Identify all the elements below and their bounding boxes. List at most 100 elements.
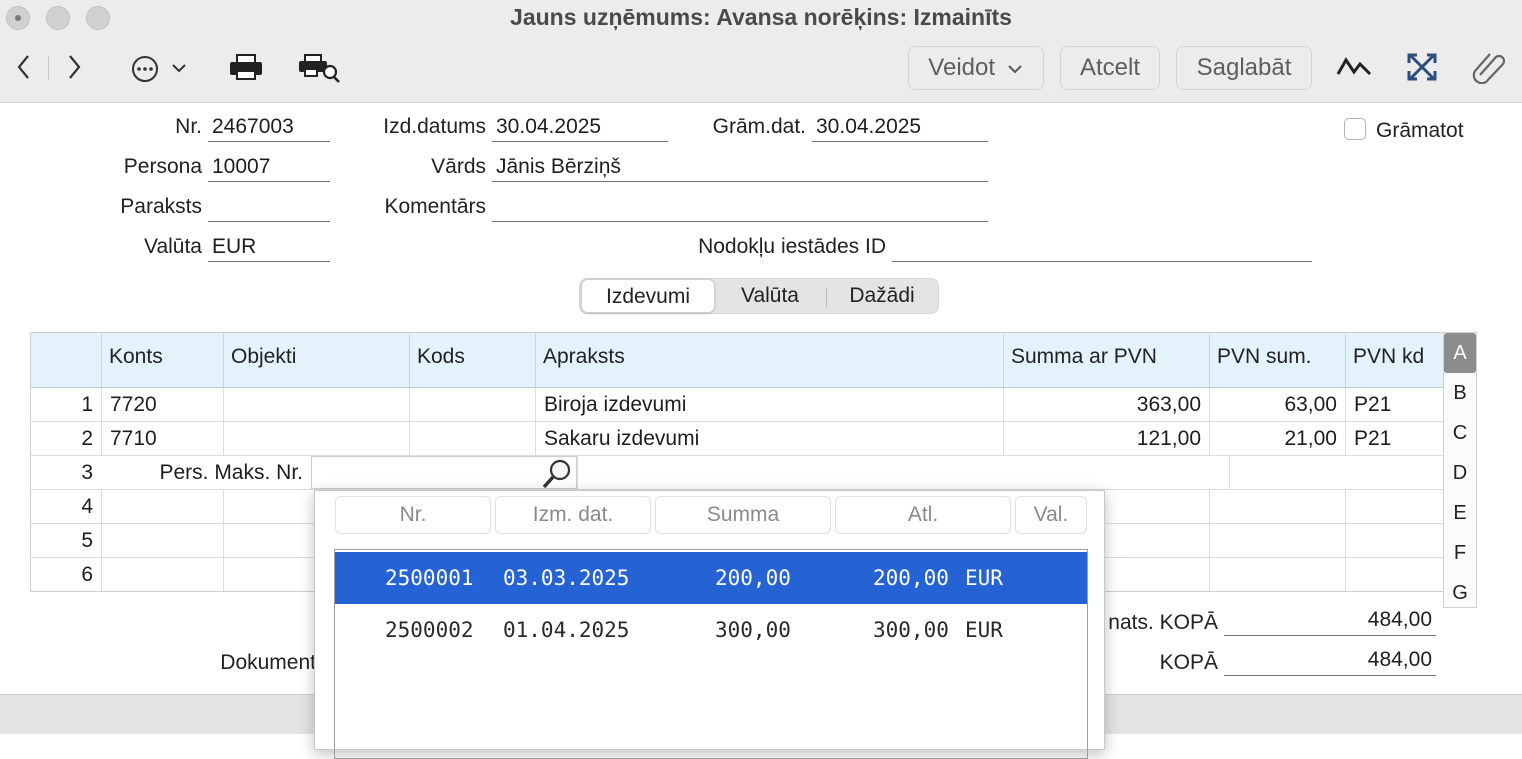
column-header[interactable]: Kods <box>409 333 535 388</box>
paperclip-icon[interactable] <box>1472 52 1508 90</box>
objekti-cell[interactable] <box>223 422 409 455</box>
summa-cell[interactable]: 363,00 <box>1003 388 1209 421</box>
save-button[interactable]: Saglabāt <box>1176 46 1312 90</box>
popup-column-header[interactable]: Val. <box>1015 496 1087 534</box>
kods-cell[interactable] <box>409 388 535 421</box>
section-tab-a[interactable]: A <box>1444 333 1476 373</box>
pers-maks-nr-input[interactable] <box>311 456 577 489</box>
more-actions-button[interactable] <box>130 54 190 90</box>
pers-maks-nr-label: Pers. Maks. Nr. <box>159 461 303 484</box>
gram-dat-field[interactable]: 30.04.2025 <box>812 114 988 142</box>
total-label-2: KOPĀ <box>1159 651 1218 674</box>
section-tab-d[interactable]: D <box>1444 453 1476 493</box>
column-header[interactable]: Konts <box>101 333 223 388</box>
table-row[interactable]: 2 7710 Sakaru izdevumi 121,00 21,00 P21 <box>31 422 1443 456</box>
kods-cell[interactable] <box>409 422 535 455</box>
section-tab-b[interactable]: B <box>1444 373 1476 413</box>
gram-dat-label: Grām.dat. <box>712 115 806 138</box>
tab-izdevumi[interactable]: Izdevumi <box>581 279 715 313</box>
apraksts-cell[interactable]: Biroja izdevumi <box>535 388 1003 421</box>
vards-label: Vārds <box>431 155 486 178</box>
row-number: 5 <box>81 529 93 552</box>
item-atl: 200,00 <box>873 566 949 590</box>
konts-cell[interactable]: 7720 <box>101 388 223 421</box>
komentars-field[interactable] <box>492 194 988 222</box>
table-row-editing[interactable]: 3 Pers. Maks. Nr. <box>31 456 1443 490</box>
item-summa: 200,00 <box>715 566 791 590</box>
row3-fill-cell[interactable] <box>577 456 1229 489</box>
summa-cell[interactable]: 121,00 <box>1003 422 1209 455</box>
chevron-left-icon[interactable] <box>10 52 38 88</box>
gramatot-checkbox[interactable] <box>1344 118 1366 140</box>
popup-column-header[interactable]: Summa <box>655 496 831 534</box>
nr-label: Nr. <box>175 115 202 138</box>
item-nr: 2500002 <box>385 618 474 642</box>
total-value-1: 484,00 <box>1224 606 1436 636</box>
popup-list: 2500001 03.03.2025 200,00 200,00 EUR 250… <box>334 549 1088 759</box>
print-preview-icon[interactable] <box>298 52 342 90</box>
gramatot-label: Grāmatot <box>1376 119 1464 142</box>
item-date: 01.04.2025 <box>503 618 630 642</box>
pvn-sum-cell[interactable]: 63,00 <box>1209 388 1345 421</box>
tab-dazadi[interactable]: Dažādi <box>830 279 934 313</box>
pulse-icon[interactable] <box>1336 52 1372 88</box>
create-button[interactable]: Veidot <box>908 46 1044 90</box>
expand-icon[interactable] <box>1404 52 1440 88</box>
printer-icon[interactable] <box>228 52 264 88</box>
table-row[interactable]: 1 7720 Biroja izdevumi 363,00 63,00 P21 <box>31 388 1443 422</box>
persona-label: Persona <box>123 155 202 178</box>
column-header[interactable]: Summa ar PVN <box>1003 333 1209 388</box>
column-header[interactable]: Objekti <box>223 333 409 388</box>
chevron-right-icon[interactable] <box>60 52 88 88</box>
popup-list-item[interactable]: 2500002 01.04.2025 300,00 300,00 EUR <box>335 604 1087 656</box>
payment-lookup-popup: Nr. Izm. dat. Summa Atl. Val. 2500001 03… <box>314 490 1105 759</box>
popup-list-item-selected[interactable]: 2500001 03.03.2025 200,00 200,00 EUR <box>335 552 1087 604</box>
column-header[interactable]: Apraksts <box>535 333 1003 388</box>
apraksts-cell[interactable]: Sakaru izdevumi <box>535 422 1003 455</box>
konts-cell[interactable]: 7710 <box>101 422 223 455</box>
pvn-sum-cell[interactable]: 21,00 <box>1209 422 1345 455</box>
section-tab-g[interactable]: G <box>1444 573 1476 613</box>
pvn-kd-cell[interactable]: P21 <box>1345 422 1443 455</box>
item-val: EUR <box>965 618 1003 642</box>
nr-field[interactable]: 2467003 <box>208 114 330 142</box>
item-date: 03.03.2025 <box>503 566 630 590</box>
title-toolbar-area: Jauns uzņēmums: Avansa norēķins: Izmainī… <box>0 0 1522 103</box>
paraksts-field[interactable] <box>208 194 330 222</box>
column-header[interactable]: PVN kd <box>1345 333 1443 388</box>
row-number: 4 <box>81 495 93 518</box>
column-header[interactable]: PVN sum. <box>1209 333 1345 388</box>
row-number: 3 <box>81 461 93 484</box>
table-header: Konts Objekti Kods Apraksts Summa ar PVN… <box>31 333 1443 388</box>
row-number: 2 <box>81 427 93 450</box>
section-tab-e[interactable]: E <box>1444 493 1476 533</box>
popup-column-header[interactable]: Atl. <box>835 496 1011 534</box>
valuta-field[interactable]: EUR <box>208 234 330 262</box>
izd-datums-field[interactable]: 30.04.2025 <box>492 114 668 142</box>
section-tab-c[interactable]: C <box>1444 413 1476 453</box>
item-val: EUR <box>965 566 1003 590</box>
item-nr: 2500001 <box>385 566 474 590</box>
document-total-label-partial: Dokument <box>220 651 316 674</box>
izd-datums-label: Izd.datums <box>383 115 486 138</box>
item-summa: 300,00 <box>715 618 791 642</box>
persona-field[interactable]: 10007 <box>208 154 330 182</box>
objekti-cell[interactable] <box>223 388 409 421</box>
row-section-tabs: A B C D E F G <box>1443 332 1477 608</box>
cancel-button[interactable]: Atcelt <box>1060 46 1160 90</box>
valuta-label: Valūta <box>144 235 202 258</box>
row-number: 1 <box>81 393 93 416</box>
pvn-kd-cell[interactable]: P21 <box>1345 388 1443 421</box>
paraksts-label: Paraksts <box>120 195 202 218</box>
tab-valuta[interactable]: Valūta <box>718 279 822 313</box>
popup-column-header[interactable]: Nr. <box>335 496 491 534</box>
popup-column-header[interactable]: Izm. dat. <box>495 496 651 534</box>
section-tab-f[interactable]: F <box>1444 533 1476 573</box>
komentars-label: Komentārs <box>384 195 486 218</box>
nodoklu-id-field[interactable] <box>892 234 1312 262</box>
vards-field[interactable]: Jānis Bērziņš <box>492 154 988 182</box>
row-number: 6 <box>81 563 93 586</box>
row3-right-cell[interactable] <box>1229 456 1443 489</box>
total-value-2: 484,00 <box>1224 646 1436 676</box>
section-tabs: Izdevumi Valūta Dažādi <box>579 278 939 314</box>
